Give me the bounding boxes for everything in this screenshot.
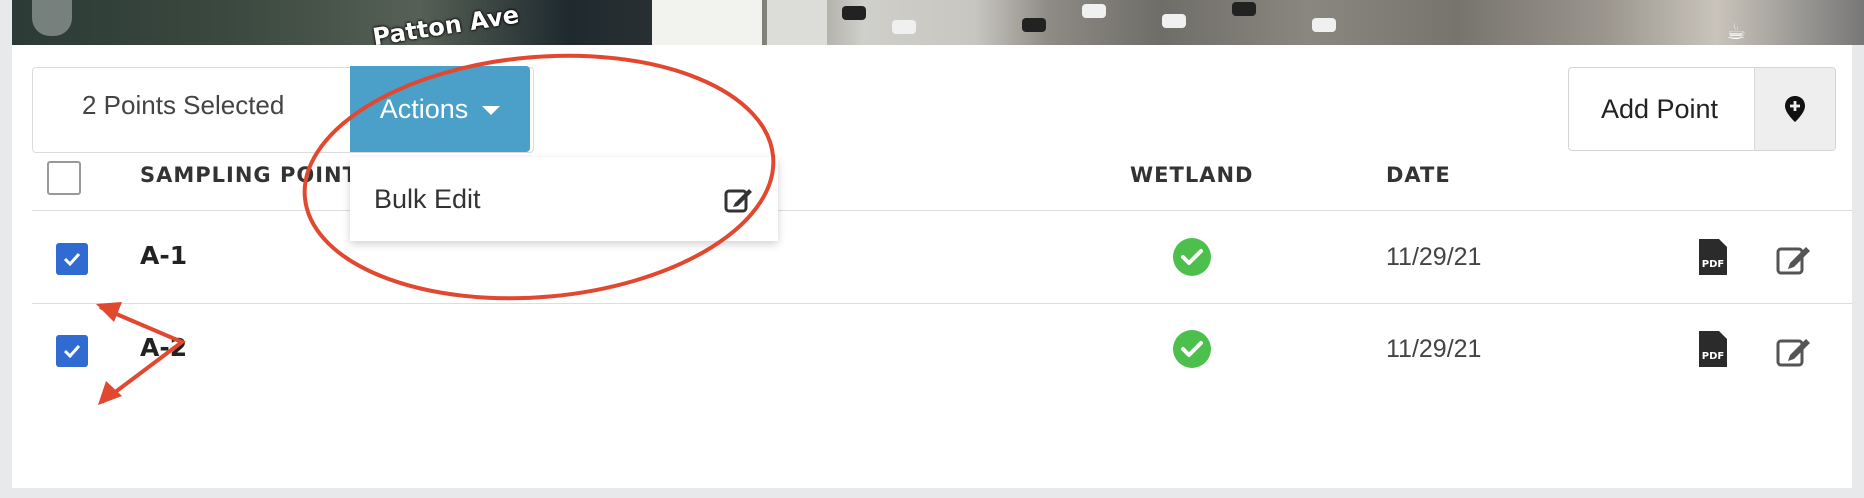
header-wetland[interactable]: WETLAND: [1130, 163, 1253, 187]
row-name-a2[interactable]: A-2: [140, 333, 187, 362]
check-icon: [63, 252, 81, 266]
map-car: [892, 20, 916, 34]
sampling-points-panel: 2 Points Selected Actions Add Point SAMP…: [12, 45, 1852, 488]
coffee-cup-icon: ☕: [1726, 20, 1746, 45]
map-car: [1232, 2, 1256, 16]
map-building: [767, 0, 827, 45]
row-checkbox-a2[interactable]: [56, 335, 88, 367]
edit-icon[interactable]: [1776, 333, 1812, 367]
edit-icon[interactable]: [1776, 241, 1812, 275]
pdf-icon[interactable]: PDF: [1697, 329, 1729, 369]
svg-text:PDF: PDF: [1702, 351, 1724, 362]
header-date[interactable]: DATE: [1386, 163, 1451, 187]
actions-button-label: Actions: [379, 93, 469, 124]
pdf-icon[interactable]: PDF: [1697, 237, 1729, 277]
map-zoom-control[interactable]: [32, 0, 72, 36]
map-street-label: Patton Ave: [370, 0, 521, 45]
row-date-a1: 11/29/21: [1386, 243, 1482, 271]
row-divider: [32, 210, 1852, 211]
map-pin-plus-icon: [1754, 68, 1835, 150]
actions-dropdown-menu: Bulk Edit: [350, 157, 778, 241]
map-car: [1162, 14, 1186, 28]
check-icon: [63, 344, 81, 358]
map-car: [1022, 18, 1046, 32]
select-all-checkbox[interactable]: [47, 161, 81, 195]
wetland-check-icon: [1173, 330, 1211, 368]
map-car: [1312, 18, 1336, 32]
map-view[interactable]: Patton Ave ☕: [12, 0, 1864, 45]
add-point-label: Add Point: [1600, 93, 1719, 124]
map-building: [652, 0, 762, 45]
row-checkbox-a1[interactable]: [56, 243, 88, 275]
edit-icon[interactable]: [724, 185, 754, 213]
caret-down-icon: [482, 106, 501, 115]
map-car: [1082, 4, 1106, 18]
row-divider: [32, 303, 1852, 304]
map-car: [842, 6, 866, 20]
actions-button[interactable]: Actions: [350, 66, 530, 152]
svg-text:PDF: PDF: [1702, 259, 1724, 270]
wetland-check-icon: [1173, 238, 1211, 276]
row-date-a2: 11/29/21: [1386, 335, 1482, 363]
row-name-a1[interactable]: A-1: [140, 241, 187, 270]
add-point-button[interactable]: Add Point: [1568, 67, 1836, 151]
bulk-edit-menu-item[interactable]: Bulk Edit: [374, 184, 481, 215]
selected-count-text: 2 Points Selected: [82, 90, 285, 120]
header-sampling-point[interactable]: SAMPLING POINT: [140, 163, 358, 187]
